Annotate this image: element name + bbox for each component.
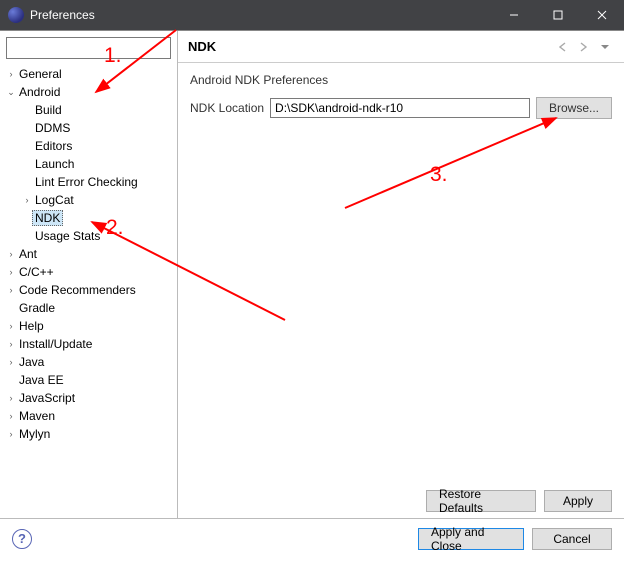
tree-item[interactable]: ›JavaScript (4, 389, 177, 407)
tree-item-label: Build (32, 103, 65, 117)
cancel-button[interactable]: Cancel (532, 528, 612, 550)
tree-item-label: JavaScript (16, 391, 78, 405)
eclipse-app-icon (8, 7, 24, 23)
tree-item[interactable]: Editors (4, 137, 177, 155)
page-heading: NDK (188, 39, 554, 54)
tree-item[interactable]: DDMS (4, 119, 177, 137)
tree-item[interactable]: ›C/C++ (4, 263, 177, 281)
tree-item-label: Install/Update (16, 337, 95, 351)
tree-item-label: Editors (32, 139, 75, 153)
tree-item-label: DDMS (32, 121, 73, 135)
tree-item-label: LogCat (32, 193, 77, 207)
tree-item-label: Help (16, 319, 47, 333)
tree-item-label: Lint Error Checking (32, 175, 141, 189)
tree-item-label: Maven (16, 409, 58, 423)
tree-item[interactable]: ⌄Android (4, 83, 177, 101)
tree-item-label: Android (16, 85, 63, 99)
tree-item[interactable]: NDK (4, 209, 177, 227)
apply-and-close-button[interactable]: Apply and Close (418, 528, 524, 550)
browse-button[interactable]: Browse... (536, 97, 612, 119)
expander-icon[interactable]: › (6, 69, 16, 79)
tree-item[interactable]: Usage Stats (4, 227, 177, 245)
expander-icon[interactable]: › (6, 393, 16, 403)
ndk-location-label: NDK Location (190, 101, 264, 115)
tree-item-label: C/C++ (16, 265, 57, 279)
tree-item[interactable]: Launch (4, 155, 177, 173)
tree-item[interactable]: Java EE (4, 371, 177, 389)
expander-icon[interactable]: › (6, 357, 16, 367)
tree-item-label: Ant (16, 247, 40, 261)
tree-item-label: Usage Stats (32, 229, 103, 243)
dialog-button-bar: ? Apply and Close Cancel (0, 518, 624, 558)
tree-item[interactable]: ›Java (4, 353, 177, 371)
expander-icon[interactable]: › (6, 339, 16, 349)
page-menu-button[interactable] (596, 38, 614, 56)
tree-item[interactable]: ›Install/Update (4, 335, 177, 353)
tree-item-label: Mylyn (16, 427, 53, 441)
help-icon[interactable]: ? (12, 529, 32, 549)
tree-item[interactable]: Lint Error Checking (4, 173, 177, 191)
titlebar: Preferences (0, 0, 624, 30)
tree-item-label: Launch (32, 157, 77, 171)
expander-icon[interactable]: › (6, 429, 16, 439)
preferences-tree[interactable]: ›General⌄AndroidBuildDDMSEditorsLaunchLi… (0, 63, 177, 518)
expander-icon[interactable]: › (6, 321, 16, 331)
tree-item[interactable]: ›Mylyn (4, 425, 177, 443)
tree-item[interactable]: Gradle (4, 299, 177, 317)
tree-item[interactable]: ›Code Recommenders (4, 281, 177, 299)
tree-item[interactable]: Build (4, 101, 177, 119)
forward-button[interactable] (576, 38, 594, 56)
tree-item[interactable]: ›Maven (4, 407, 177, 425)
expander-icon[interactable]: ⌄ (6, 87, 16, 98)
expander-icon[interactable]: › (6, 267, 16, 277)
tree-item[interactable]: ›LogCat (4, 191, 177, 209)
preferences-tree-pane: ›General⌄AndroidBuildDDMSEditorsLaunchLi… (0, 31, 178, 518)
window-title: Preferences (30, 8, 492, 22)
restore-defaults-button[interactable]: Restore Defaults (426, 490, 536, 512)
minimize-button[interactable] (492, 0, 536, 30)
tree-item[interactable]: ›Ant (4, 245, 177, 263)
tree-item-label: Gradle (16, 301, 58, 315)
expander-icon[interactable]: › (6, 285, 16, 295)
close-button[interactable] (580, 0, 624, 30)
expander-icon[interactable]: › (6, 249, 16, 259)
expander-icon[interactable]: › (22, 195, 32, 205)
tree-item-label: NDK (32, 210, 63, 226)
back-button[interactable] (556, 38, 574, 56)
tree-item-label: Java EE (16, 373, 67, 387)
ndk-location-input[interactable] (270, 98, 530, 118)
expander-icon[interactable]: › (6, 411, 16, 421)
tree-item-label: General (16, 67, 65, 81)
maximize-button[interactable] (536, 0, 580, 30)
tree-item-label: Code Recommenders (16, 283, 139, 297)
filter-input[interactable] (6, 37, 171, 59)
apply-button[interactable]: Apply (544, 490, 612, 512)
preferences-page-pane: NDK Android NDK Preferences NDK Location… (178, 31, 624, 518)
tree-item[interactable]: ›General (4, 65, 177, 83)
page-subtitle: Android NDK Preferences (190, 73, 612, 87)
tree-item[interactable]: ›Help (4, 317, 177, 335)
tree-item-label: Java (16, 355, 47, 369)
